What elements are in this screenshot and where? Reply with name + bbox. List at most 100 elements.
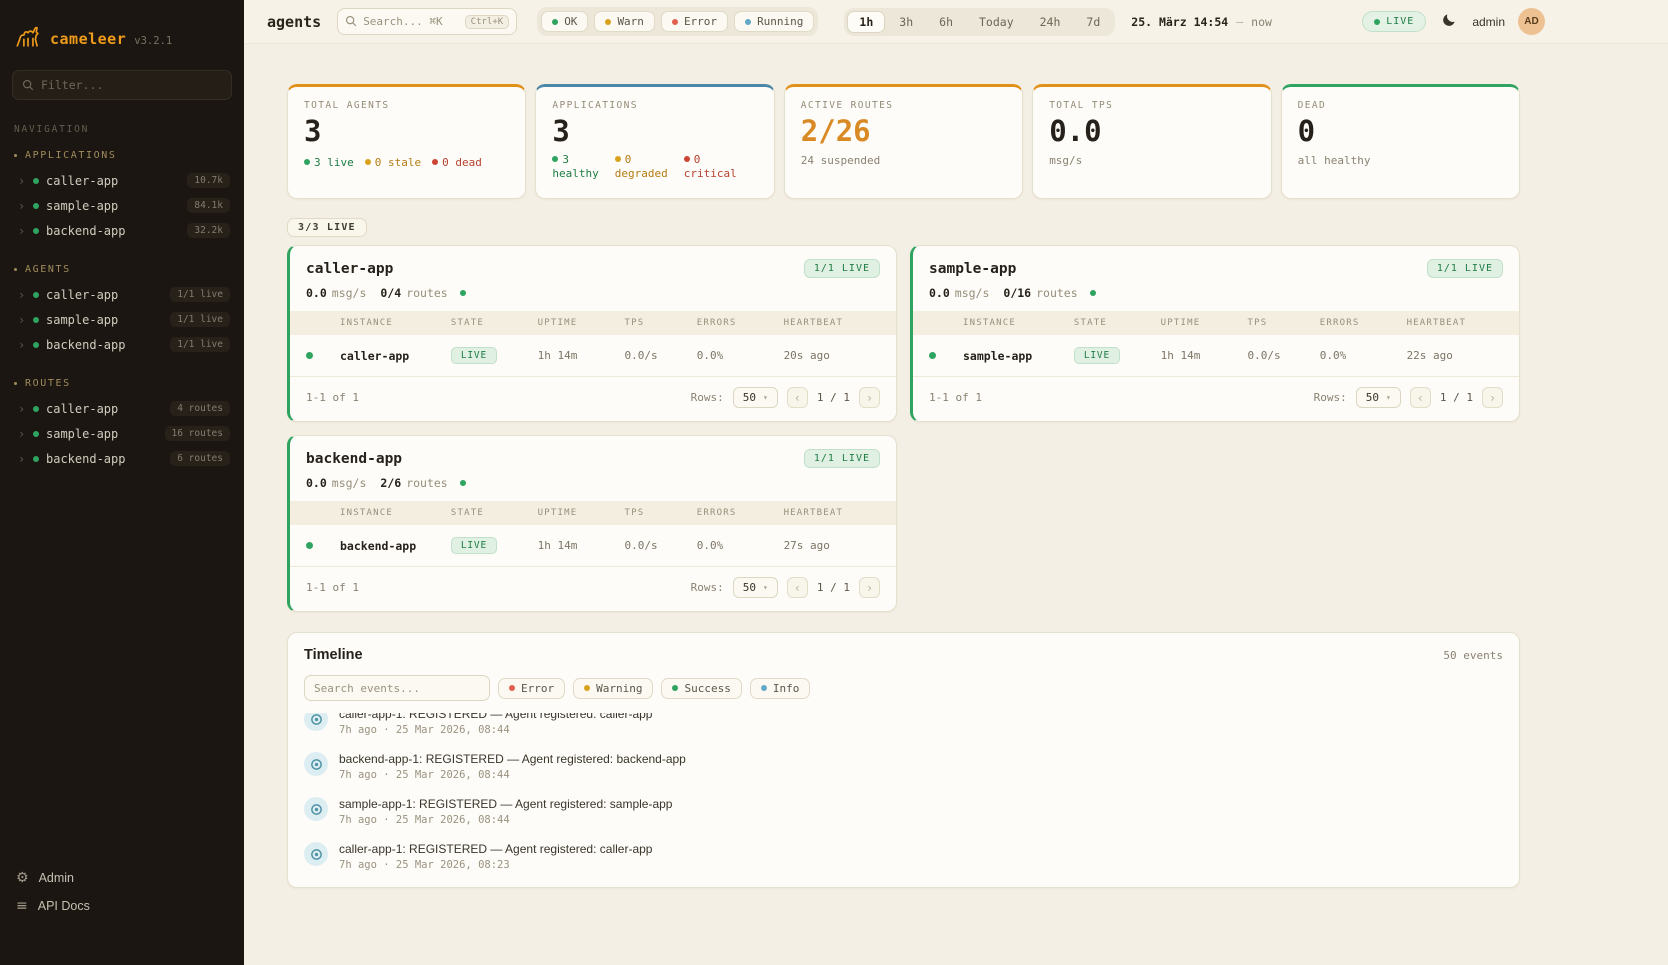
- cell-instance: sample-app: [963, 349, 1074, 363]
- filter-chip-label: Error: [521, 682, 554, 695]
- timeline-event[interactable]: caller-app-1: REGISTERED — Agent registe…: [304, 834, 1503, 879]
- prev-page-button[interactable]: ‹: [787, 577, 808, 598]
- app-card-sample-app: sample-app 1/1 LIVE 0.0 msg/s 0/16 route…: [910, 245, 1520, 422]
- section-header-agents[interactable]: AGENTS: [0, 259, 244, 282]
- info-dot: [761, 685, 767, 691]
- section-header-routes[interactable]: ROUTES: [0, 373, 244, 396]
- sidebar-item-agent-backend-app[interactable]: › backend-app 1/1 live: [0, 332, 244, 357]
- section-marker-icon: [14, 268, 17, 271]
- timeline-search-input[interactable]: [304, 675, 490, 701]
- timeline-event[interactable]: backend-app-1: REGISTERED — Agent regist…: [304, 744, 1503, 789]
- timeline-filter-success[interactable]: Success: [661, 678, 741, 699]
- sidebar-item-label: caller-app: [46, 174, 180, 188]
- table-row[interactable]: sample-app LIVE 1h 14m 0.0/s 0.0% 22s ag…: [913, 335, 1519, 377]
- sidebar-item-routes-sample-app[interactable]: › sample-app 16 routes: [0, 421, 244, 446]
- api-docs-link[interactable]: ≡ API Docs: [16, 899, 228, 913]
- global-search[interactable]: Ctrl+K: [337, 8, 517, 35]
- sidebar-filter[interactable]: [12, 70, 232, 100]
- timeline-filter-error[interactable]: Error: [498, 678, 565, 699]
- table-footer: 1-1 of 1 Rows: 50 ▾ ‹ 1 / 1 ›: [290, 567, 896, 611]
- admin-link[interactable]: ⚙ Admin: [16, 871, 228, 885]
- sidebar-item-label: backend-app: [46, 224, 180, 238]
- theme-toggle-button[interactable]: [1439, 10, 1459, 33]
- rows-per-page-select[interactable]: 50 ▾: [733, 577, 778, 598]
- global-search-input[interactable]: [363, 15, 458, 28]
- rows-per-page-label: Rows:: [691, 581, 724, 594]
- timeline-event-list[interactable]: caller-app-1: REGISTERED — Agent registe…: [288, 713, 1519, 879]
- timeline-header: Timeline 50 events: [288, 647, 1519, 675]
- sidebar-item-application-sample-app[interactable]: › sample-app 84.1k: [0, 193, 244, 218]
- filter-chip-warn[interactable]: Warn: [594, 11, 655, 32]
- filter-chip-ok[interactable]: OK: [541, 11, 588, 32]
- section-header-applications[interactable]: APPLICATIONS: [0, 145, 244, 168]
- sidebar-item-label: sample-app: [46, 313, 163, 327]
- time-range-3h[interactable]: 3h: [887, 11, 925, 33]
- rows-per-page-select[interactable]: 50 ▾: [733, 387, 778, 408]
- chevron-right-icon: ›: [18, 452, 26, 466]
- instance-status-dot: [306, 352, 313, 359]
- time-range-today[interactable]: Today: [967, 11, 1026, 33]
- live-summary-row: 3/3 LIVE: [287, 215, 1520, 237]
- sidebar-item-agent-sample-app[interactable]: › sample-app 1/1 live: [0, 307, 244, 332]
- user-avatar[interactable]: AD: [1518, 8, 1545, 35]
- col-heartbeat: HEARTBEAT: [1407, 318, 1503, 328]
- legend-degraded-count: 0: [625, 153, 632, 166]
- topbar-right: LIVE admin AD: [1362, 8, 1545, 35]
- time-range-6h[interactable]: 6h: [927, 11, 965, 33]
- topbar: agents Ctrl+K OK Warn Error Running 1h 3…: [244, 0, 1668, 44]
- page-title: agents: [267, 13, 321, 31]
- filter-chip-running[interactable]: Running: [734, 11, 814, 32]
- chevron-right-icon: ›: [18, 427, 26, 441]
- next-page-button[interactable]: ›: [1482, 387, 1503, 408]
- time-range-7d[interactable]: 7d: [1074, 11, 1112, 33]
- event-title: caller-app-1: REGISTERED — Agent registe…: [339, 713, 652, 721]
- admin-label: Admin: [39, 871, 74, 885]
- rows-per-page-value: 50: [743, 581, 756, 594]
- prev-page-button[interactable]: ‹: [1410, 387, 1431, 408]
- next-page-button[interactable]: ›: [859, 387, 880, 408]
- sidebar-footer: ⚙ Admin ≡ API Docs: [0, 871, 244, 965]
- cell-uptime: 1h 14m: [1161, 349, 1248, 362]
- sidebar-item-badge: 6 routes: [170, 451, 230, 466]
- event-icon: [304, 842, 328, 866]
- routes-unit: routes: [1036, 286, 1078, 300]
- sidebar-item-routes-caller-app[interactable]: › caller-app 4 routes: [0, 396, 244, 421]
- legend-live: 3 live: [314, 156, 354, 169]
- stat-title: TOTAL TPS: [1049, 100, 1254, 111]
- activity-dot: [1090, 290, 1096, 296]
- prev-page-button[interactable]: ‹: [787, 387, 808, 408]
- sidebar-item-routes-backend-app[interactable]: › backend-app 6 routes: [0, 446, 244, 471]
- live-summary-badge: 3/3 LIVE: [287, 218, 367, 237]
- timeline-event[interactable]: caller-app-1: REGISTERED — Agent registe…: [304, 713, 1503, 744]
- sidebar-item-badge: 84.1k: [187, 198, 230, 213]
- moon-icon: [1441, 12, 1457, 31]
- rows-per-page-label: Rows:: [1314, 391, 1347, 404]
- col-state: STATE: [1074, 318, 1161, 328]
- timeline-event[interactable]: sample-app-1: REGISTERED — Agent registe…: [304, 789, 1503, 834]
- section-marker-icon: [14, 154, 17, 157]
- sidebar-filter-input[interactable]: [41, 78, 222, 92]
- filter-chip-error[interactable]: Error: [661, 11, 728, 32]
- table-row[interactable]: caller-app LIVE 1h 14m 0.0/s 0.0% 20s ag…: [290, 335, 896, 377]
- time-range-24h[interactable]: 24h: [1028, 11, 1073, 33]
- sidebar-item-application-caller-app[interactable]: › caller-app 10.7k: [0, 168, 244, 193]
- sidebar-item-application-backend-app[interactable]: › backend-app 32.2k: [0, 218, 244, 243]
- time-range-1h[interactable]: 1h: [847, 11, 885, 33]
- filter-chip-label: Error: [684, 15, 717, 28]
- event-icon: [304, 713, 328, 731]
- caret-down-icon: ▾: [1386, 393, 1391, 402]
- cell-heartbeat: 20s ago: [784, 349, 880, 362]
- state-badge: LIVE: [451, 537, 497, 554]
- sidebar-item-agent-caller-app[interactable]: › caller-app 1/1 live: [0, 282, 244, 307]
- stat-value: 2/26: [801, 116, 1006, 148]
- col-errors: ERRORS: [697, 318, 784, 328]
- event-title: backend-app-1: REGISTERED — Agent regist…: [339, 752, 686, 766]
- critical-dot: [684, 156, 690, 162]
- timeline-filter-warning[interactable]: Warning: [573, 678, 653, 699]
- timeline-filter-info[interactable]: Info: [750, 678, 811, 699]
- table-row[interactable]: backend-app LIVE 1h 14m 0.0/s 0.0% 27s a…: [290, 525, 896, 567]
- next-page-button[interactable]: ›: [859, 577, 880, 598]
- rows-per-page-select[interactable]: 50 ▾: [1356, 387, 1401, 408]
- tps-value: 0.0: [929, 286, 950, 300]
- row-range-label: 1-1 of 1: [306, 581, 359, 594]
